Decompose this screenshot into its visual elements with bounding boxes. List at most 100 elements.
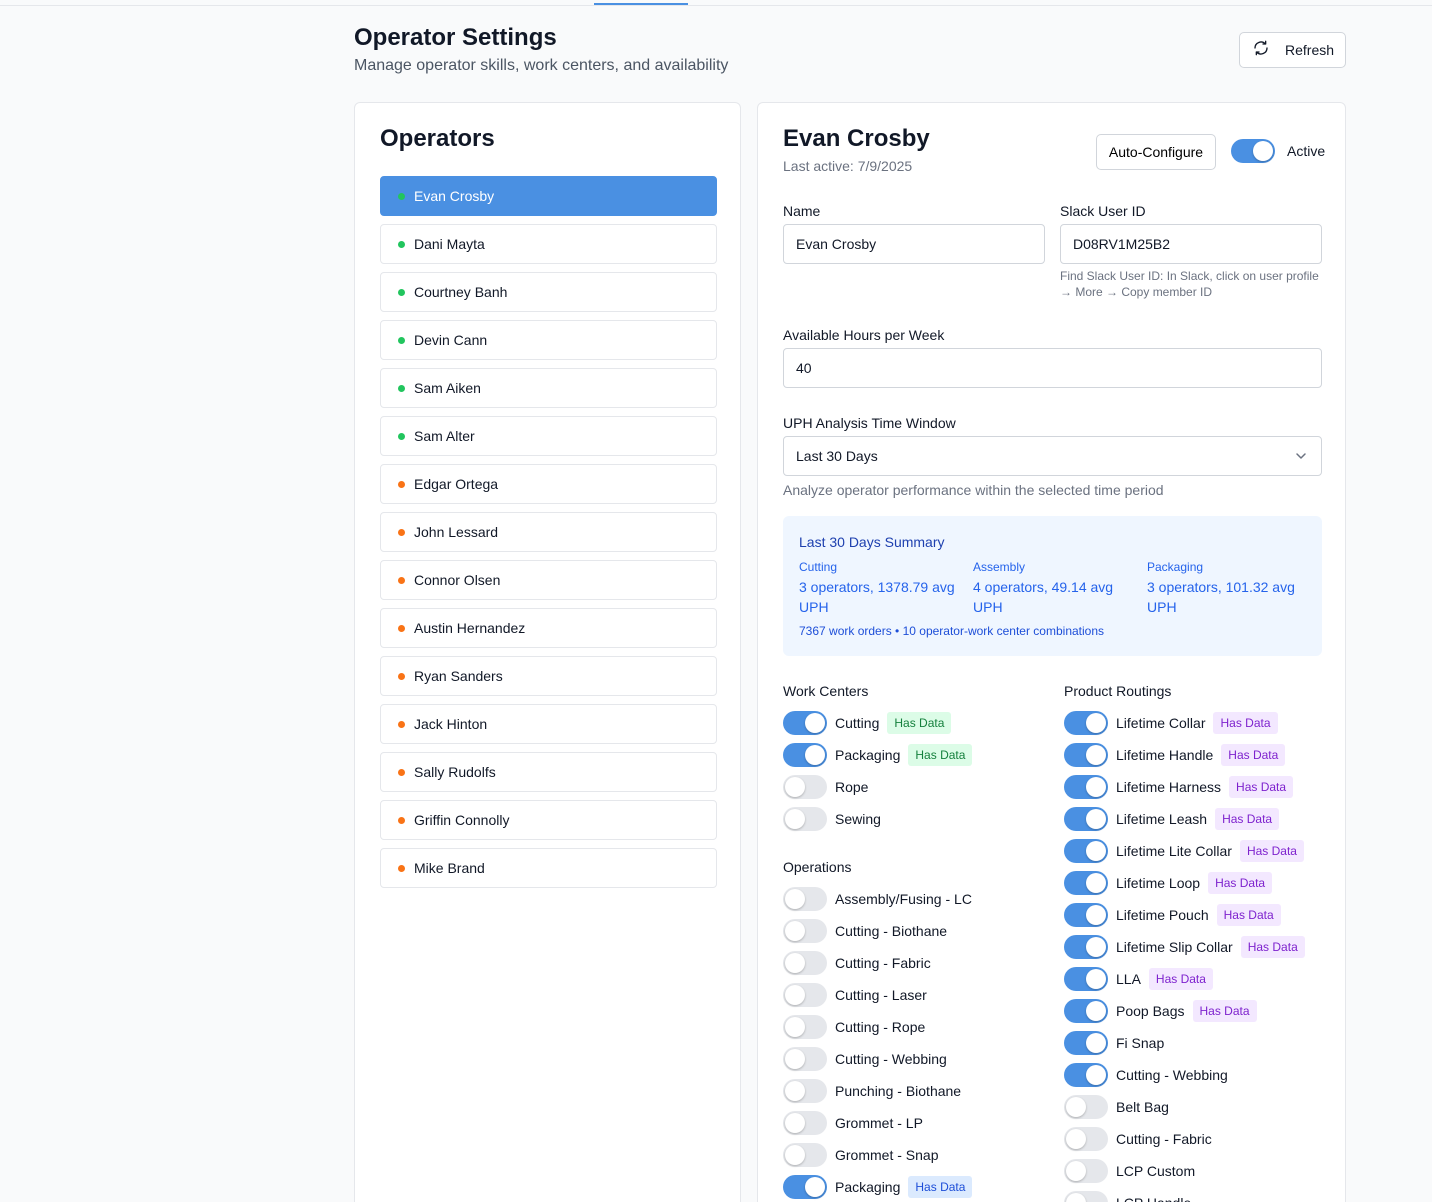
- toggle-knob: [785, 1049, 805, 1069]
- operator-list-item[interactable]: Sam Aiken: [380, 368, 717, 408]
- toggle-knob: [1086, 1001, 1106, 1021]
- operator-list-item[interactable]: Devin Cann: [380, 320, 717, 360]
- toggle-knob: [785, 1113, 805, 1133]
- toggle-row: Cutting - Webbing: [1064, 1059, 1305, 1091]
- operator-list-item[interactable]: Dani Mayta: [380, 224, 717, 264]
- toggle-switch[interactable]: [783, 807, 827, 831]
- active-toggle[interactable]: [1231, 139, 1275, 163]
- toggle-switch[interactable]: [1064, 1031, 1108, 1055]
- toggle-label: Poop Bags: [1116, 1003, 1185, 1019]
- last-active-text: Last active: 7/9/2025: [783, 158, 913, 174]
- refresh-label: Refresh: [1285, 42, 1335, 58]
- toggle-switch[interactable]: [783, 1175, 827, 1199]
- operator-list-item[interactable]: Austin Hernandez: [380, 608, 717, 648]
- operator-list-item[interactable]: Evan Crosby: [380, 176, 717, 216]
- operator-list-item[interactable]: Courtney Banh: [380, 272, 717, 312]
- toggle-switch[interactable]: [783, 775, 827, 799]
- operator-name: Courtney Banh: [414, 284, 508, 300]
- operator-list-item[interactable]: Edgar Ortega: [380, 464, 717, 504]
- active-tab-indicator: [594, 3, 688, 5]
- status-dot-icon: [398, 864, 405, 872]
- toggle-switch[interactable]: [1064, 743, 1108, 767]
- toggle-row: Sewing: [783, 803, 972, 835]
- toggle-switch[interactable]: [783, 1143, 827, 1167]
- toggle-switch[interactable]: [1064, 775, 1108, 799]
- toggle-switch[interactable]: [1064, 999, 1108, 1023]
- slack-id-help-line-1: Find Slack User ID: In Slack, click on u…: [1060, 269, 1319, 283]
- hours-label: Available Hours per Week: [783, 327, 945, 343]
- toggle-switch[interactable]: [1064, 871, 1108, 895]
- operator-list-item[interactable]: Griffin Connolly: [380, 800, 717, 840]
- toggle-switch[interactable]: [1064, 1159, 1108, 1183]
- toggle-switch[interactable]: [1064, 711, 1108, 735]
- toggle-switch[interactable]: [1064, 967, 1108, 991]
- operator-list-item[interactable]: Sam Alter: [380, 416, 717, 456]
- toggle-switch[interactable]: [783, 919, 827, 943]
- has-data-badge: Has Data: [1192, 1000, 1257, 1022]
- toggle-row: Cutting - Fabric: [1064, 1123, 1305, 1155]
- toggle-switch[interactable]: [1064, 1063, 1108, 1087]
- toggle-row: LLA Has Data: [1064, 963, 1305, 995]
- toggle-switch[interactable]: [1064, 903, 1108, 927]
- operator-list-item[interactable]: Mike Brand: [380, 848, 717, 888]
- status-dot-icon: [398, 384, 405, 392]
- toggle-label: Cutting - Fabric: [835, 955, 931, 971]
- operator-name: John Lessard: [414, 524, 499, 540]
- summary-box: Last 30 Days Summary Cutting 3 operators…: [783, 516, 1322, 656]
- slack-id-input[interactable]: D08RV1M25B2: [1060, 224, 1322, 264]
- toggle-switch[interactable]: [783, 983, 827, 1007]
- summary-title: Last 30 Days Summary: [799, 534, 945, 550]
- toggle-knob: [1253, 141, 1273, 161]
- toggle-switch[interactable]: [783, 1047, 827, 1071]
- toggle-row: Packaging Has Data: [783, 1171, 973, 1202]
- toggle-switch[interactable]: [1064, 839, 1108, 863]
- toggle-row: Lifetime Pouch Has Data: [1064, 899, 1305, 931]
- toggle-row: Lifetime Leash Has Data: [1064, 803, 1305, 835]
- operator-list-item[interactable]: Jack Hinton: [380, 704, 717, 744]
- refresh-button[interactable]: Refresh: [1239, 32, 1346, 68]
- has-data-badge: Has Data: [1239, 840, 1304, 862]
- toggle-row: Lifetime Harness Has Data: [1064, 771, 1305, 803]
- toggle-label: Punching - Biothane: [835, 1083, 962, 1099]
- auto-configure-button[interactable]: Auto-Configure: [1096, 134, 1216, 170]
- toggle-knob: [785, 889, 805, 909]
- uph-window-select[interactable]: Last 30 Days: [783, 436, 1322, 476]
- toggle-switch[interactable]: [1064, 807, 1108, 831]
- toggle-knob: [1066, 1193, 1086, 1202]
- toggle-switch[interactable]: [1064, 1127, 1108, 1151]
- toggle-row: Rope: [783, 771, 972, 803]
- page-subtitle: Manage operator skills, work centers, an…: [354, 57, 729, 74]
- toggle-switch[interactable]: [783, 951, 827, 975]
- has-data-badge: Has Data: [1229, 776, 1294, 798]
- toggle-switch[interactable]: [783, 711, 827, 735]
- operator-name: Austin Hernandez: [414, 620, 526, 636]
- toggle-label: Cutting - Webbing: [1116, 1067, 1228, 1083]
- toggle-switch[interactable]: [783, 1079, 827, 1103]
- operator-list-item[interactable]: John Lessard: [380, 512, 717, 552]
- has-data-badge: Has Data: [1208, 872, 1273, 894]
- toggle-switch[interactable]: [1064, 1095, 1108, 1119]
- toggle-knob: [805, 713, 825, 733]
- toggle-switch[interactable]: [783, 887, 827, 911]
- operator-list-item[interactable]: Sally Rudolfs: [380, 752, 717, 792]
- operator-list-item[interactable]: Connor Olsen: [380, 560, 717, 600]
- status-dot-icon: [398, 432, 405, 440]
- toggle-switch[interactable]: [783, 743, 827, 767]
- toggle-switch[interactable]: [1064, 935, 1108, 959]
- toggle-switch[interactable]: [783, 1111, 827, 1135]
- operator-name: Evan Crosby: [414, 188, 495, 204]
- toggle-switch[interactable]: [1064, 1191, 1108, 1202]
- operator-name: Dani Mayta: [414, 236, 485, 252]
- summary-column-value: 4 operators, 49.14 avg UPH: [973, 579, 1114, 615]
- toggle-row: Cutting - Webbing: [783, 1043, 972, 1075]
- hours-input[interactable]: 40: [783, 348, 1322, 388]
- toggle-label: Packaging: [835, 747, 901, 763]
- name-input[interactable]: Evan Crosby: [783, 224, 1045, 264]
- toggle-label: Rope: [835, 779, 869, 795]
- toggle-row: Grommet - LP: [783, 1107, 972, 1139]
- toggle-label: Cutting - Biothane: [835, 923, 948, 939]
- toggle-switch[interactable]: [783, 1015, 827, 1039]
- toggle-row: Assembly/Fusing - LC: [783, 883, 972, 915]
- status-dot-icon: [398, 624, 405, 632]
- operator-list-item[interactable]: Ryan Sanders: [380, 656, 717, 696]
